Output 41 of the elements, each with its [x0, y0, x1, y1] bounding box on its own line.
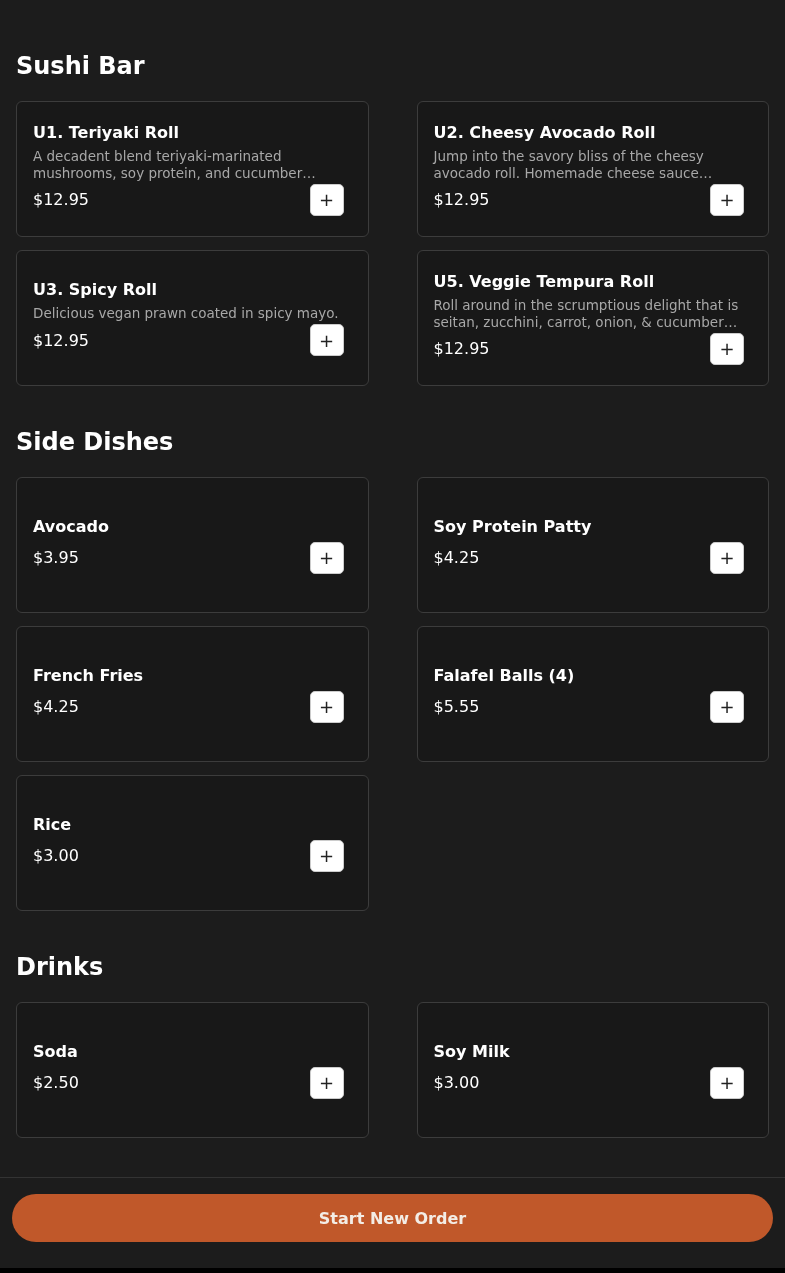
item-name: Soda [33, 1041, 79, 1061]
item-name: Falafel Balls (4) [433, 665, 576, 685]
add-button[interactable]: + [710, 690, 744, 723]
item-price: $12.95 [433, 339, 490, 358]
item-description: Roll around in the scrumptious delight that is seitan, zucchini, carrot, onion, & cucumber… [433, 296, 740, 331]
item-price: $3.95 [33, 548, 79, 567]
item-price: $5.55 [433, 697, 480, 716]
item-price: $2.50 [33, 1073, 79, 1092]
item-name: French Fries [33, 665, 145, 685]
section-heading: Drinks [16, 953, 105, 981]
add-button[interactable]: + [710, 183, 744, 216]
add-button[interactable]: + [710, 332, 744, 365]
item-price: $12.95 [33, 330, 89, 350]
item-price: $4.25 [33, 697, 79, 716]
section-heading: Sushi Bar [16, 52, 146, 80]
add-button[interactable]: + [309, 839, 344, 872]
item-name: Soy Milk [433, 1041, 511, 1061]
item-price: $3.00 [433, 1073, 480, 1092]
item-description: Delicious vegan prawn coated in spicy mayo. [33, 305, 340, 322]
add-button[interactable]: + [710, 541, 744, 574]
item-name: U3. Spicy Roll [33, 280, 158, 299]
item-name: Soy Protein Patty [433, 516, 593, 536]
add-button[interactable]: + [309, 690, 344, 723]
item-name: U1. Teriyaki Roll [33, 122, 180, 142]
start-new-order-button[interactable]: Start New Order [12, 1194, 773, 1242]
item-name: Rice [33, 814, 73, 834]
item-name: Avocado [33, 516, 110, 536]
item-price: $4.25 [433, 548, 480, 567]
add-button[interactable]: + [309, 324, 344, 356]
item-name: U2. Cheesy Avocado Roll [433, 122, 657, 142]
item-description: A decadent blend teriyaki-marinated mushrooms, soy protein, and cucumber… [33, 147, 317, 182]
item-price: $12.95 [33, 190, 89, 209]
item-price: $12.95 [433, 190, 490, 209]
item-name: U5. Veggie Tempura Roll [433, 271, 656, 291]
add-button[interactable]: + [309, 1066, 344, 1099]
add-button[interactable]: + [309, 541, 344, 574]
item-price: $3.00 [33, 846, 79, 865]
add-button[interactable]: + [309, 183, 344, 216]
add-button[interactable]: + [710, 1066, 744, 1099]
item-description: Jump into the savory bliss of the cheesy avocado roll. Homemade cheese sauce… [433, 147, 714, 182]
section-heading: Side Dishes [16, 428, 175, 456]
